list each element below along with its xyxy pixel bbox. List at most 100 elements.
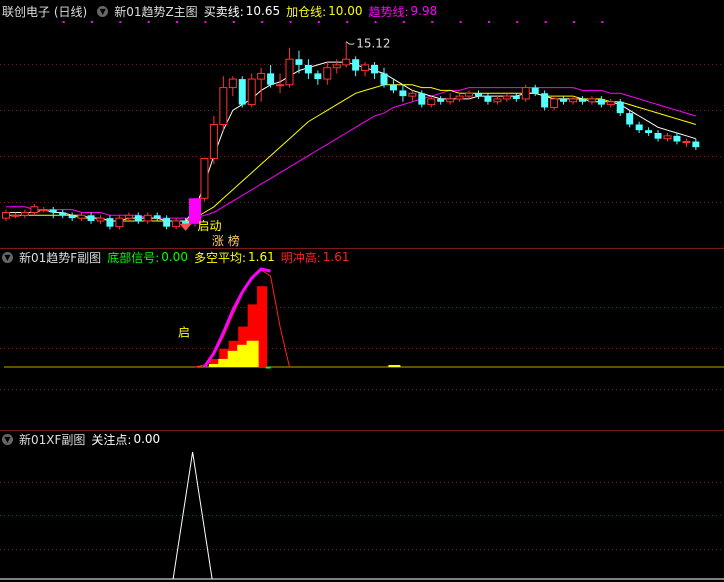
candle-body[interactable] (228, 78, 237, 89)
candle-body[interactable] (172, 220, 181, 228)
candle-body[interactable] (493, 98, 502, 103)
buy-sell-line (6, 61, 696, 222)
candle-body[interactable] (654, 133, 662, 139)
candle-body[interactable] (219, 87, 228, 125)
signal-dot (91, 21, 94, 23)
candle-body[interactable] (238, 79, 246, 105)
candle-body[interactable] (616, 101, 624, 114)
candle-body[interactable] (597, 98, 605, 105)
candle-body[interactable] (332, 64, 341, 69)
sub2-indicator-name[interactable]: 新01XF副图 (19, 431, 85, 448)
candle-body[interactable] (475, 93, 482, 97)
candle-body[interactable] (578, 98, 586, 102)
candle-body[interactable] (314, 73, 322, 80)
candle-body[interactable] (115, 217, 124, 228)
candle-body[interactable] (531, 87, 539, 94)
candle-body[interactable] (484, 96, 492, 102)
candle-body[interactable] (267, 73, 275, 85)
candle-body[interactable] (521, 87, 530, 100)
candle-body[interactable] (124, 214, 133, 219)
signal-dot (487, 21, 490, 23)
candle-body[interactable] (209, 123, 218, 160)
candle-body[interactable] (352, 59, 360, 71)
candle-body[interactable] (361, 64, 370, 72)
candle-body[interactable] (96, 217, 105, 222)
candle-body[interactable] (626, 113, 634, 125)
candle-body[interactable] (465, 92, 474, 97)
sub2-header: ▼ 新01XF副图 关注点: 0.00 (0, 430, 166, 448)
focus-value: 0.00 (133, 432, 161, 446)
candle-body[interactable] (455, 95, 464, 100)
sub2-dropdown-icon[interactable]: ▼ (2, 433, 13, 445)
candle-body[interactable] (673, 135, 681, 142)
candle-body[interactable] (39, 209, 48, 212)
candle-body[interactable] (408, 92, 417, 97)
sub1-indicator-chart[interactable]: 启 (0, 266, 724, 430)
candle-body[interactable] (182, 220, 190, 224)
sub1-dropdown-icon[interactable]: ▼ (2, 251, 13, 263)
candle-body[interactable] (30, 206, 39, 213)
candle-body[interactable] (502, 95, 511, 100)
start-label: 启动 (198, 219, 222, 233)
candle-body[interactable] (569, 98, 577, 103)
stock-title[interactable]: 联创电子 (日线) (2, 3, 87, 20)
candle-body[interactable] (692, 141, 700, 148)
candle-body[interactable] (606, 101, 615, 106)
candle-body[interactable] (635, 124, 643, 131)
signal-dot (261, 21, 264, 23)
candle-body[interactable] (49, 209, 57, 213)
candle-body[interactable] (143, 214, 152, 222)
candle-body[interactable] (587, 98, 596, 103)
candle-body[interactable] (68, 215, 76, 219)
candle-body[interactable] (77, 214, 86, 219)
candle-body[interactable] (200, 158, 209, 199)
candle-body[interactable] (550, 98, 559, 108)
candle-body[interactable] (134, 215, 142, 221)
candle-body[interactable] (682, 141, 691, 144)
candle-body[interactable] (418, 93, 426, 105)
candle-body[interactable] (295, 59, 303, 65)
candle-body[interactable] (247, 78, 256, 106)
avg-value: 1.61 (248, 250, 275, 264)
indicator-dropdown-icon[interactable]: ▼ (97, 5, 109, 17)
candle-body[interactable] (2, 211, 10, 219)
main-candlestick-chart[interactable]: 15.12 启动涨 榜 (0, 18, 724, 248)
candle-body[interactable] (342, 58, 351, 66)
candle-body[interactable] (257, 72, 266, 80)
sub1-indicator-name[interactable]: 新01趋势F副图 (19, 249, 101, 266)
signal-dot (147, 21, 150, 23)
candle-body[interactable] (663, 135, 672, 140)
high-price-label: 15.12 (356, 37, 390, 51)
candle-body[interactable] (427, 98, 436, 106)
candle-body[interactable] (437, 98, 445, 102)
candle-body[interactable] (323, 67, 332, 80)
main-indicator-name[interactable]: 新01趋势Z主图 (114, 3, 198, 20)
candle-body[interactable] (11, 214, 20, 217)
signal-dot (317, 21, 320, 23)
signal-dot (431, 21, 434, 23)
candle-body[interactable] (285, 58, 294, 86)
candle-body[interactable] (106, 218, 114, 227)
candle-body[interactable] (20, 211, 29, 216)
candle-body[interactable] (512, 96, 520, 99)
trend-line (6, 87, 696, 219)
buy-sell-label: 买卖线: (203, 4, 244, 19)
candle-body[interactable] (153, 215, 161, 219)
candle-body[interactable] (541, 93, 549, 108)
candle-body[interactable] (560, 98, 568, 102)
candle-body[interactable] (163, 218, 171, 227)
start-triangle-icon (179, 223, 192, 231)
candle-body[interactable] (304, 64, 312, 74)
candle-body[interactable] (276, 84, 285, 87)
candle-body[interactable] (645, 130, 653, 133)
candle-body[interactable] (380, 73, 388, 85)
signal-dot (402, 21, 405, 23)
candle-body[interactable] (87, 215, 95, 221)
signal-dot (516, 21, 519, 23)
sub2-indicator-chart[interactable] (0, 448, 724, 582)
candle-body[interactable] (446, 98, 455, 103)
candle-body[interactable] (371, 64, 379, 74)
candle-body[interactable] (389, 84, 397, 91)
candle-body[interactable] (399, 90, 407, 97)
candle-body[interactable] (59, 212, 67, 216)
